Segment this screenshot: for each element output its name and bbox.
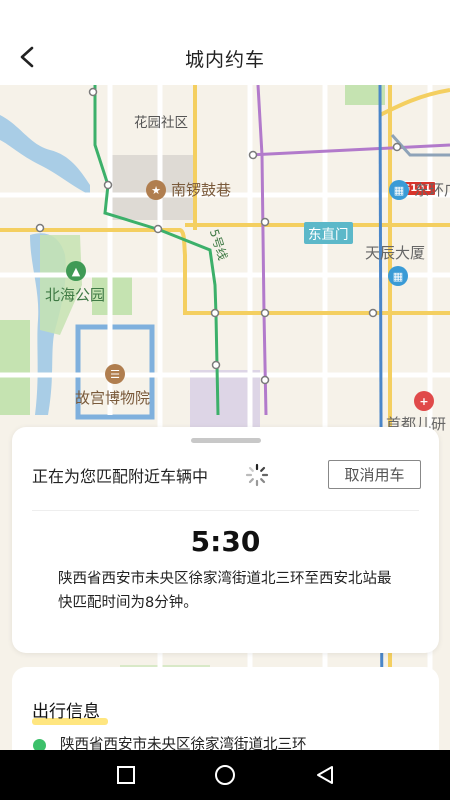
map-label-nanluoguxiang[interactable]: 南锣鼓巷 xyxy=(171,179,231,200)
triangle-back-icon[interactable] xyxy=(314,764,336,786)
match-description: 陕西省西安市未央区徐家湾街道北三环至西安北站最快匹配时间为8分钟。 xyxy=(58,571,392,611)
metro-station-tag[interactable]: 东直门 xyxy=(304,222,353,244)
trip-info-title: 出行信息 xyxy=(32,702,100,722)
divider xyxy=(32,510,419,511)
map-label-beihai[interactable]: 北海公园 xyxy=(45,284,105,305)
landmark-icon[interactable]: ★ xyxy=(146,180,166,200)
building-icon[interactable]: ▦ xyxy=(388,266,408,286)
countdown-timer: 5:30 xyxy=(190,525,261,558)
hospital-icon[interactable]: + xyxy=(414,391,434,411)
museum-icon[interactable]: ☰ xyxy=(105,364,125,384)
drag-handle[interactable] xyxy=(191,438,261,443)
map-label-dongsihuan[interactable]: 东环广 xyxy=(414,179,450,200)
map-label-huayuan: 花园社区 xyxy=(134,115,188,131)
matching-status-text: 正在为您匹配附近车辆中 xyxy=(32,467,209,486)
page-title: 城内约车 xyxy=(184,49,265,71)
building-icon[interactable]: ▦ xyxy=(389,180,409,200)
map-label-gugong[interactable]: 故宫博物院 xyxy=(75,387,150,408)
map-label-tianchen[interactable]: 天辰大厦 xyxy=(365,242,425,263)
park-icon[interactable]: ▲ xyxy=(66,261,86,281)
square-icon[interactable] xyxy=(115,764,137,786)
loading-spinner-icon xyxy=(245,463,269,487)
circle-icon[interactable] xyxy=(214,764,236,786)
app-header: 城内约车 xyxy=(0,0,450,85)
matching-card: 正在为您匹配附近车辆中 取消用车 5:30 陕西省西安市未央区徐家湾街道北三环至… xyxy=(12,427,439,653)
system-nav-bar xyxy=(0,750,450,800)
cancel-ride-button[interactable]: 取消用车 xyxy=(328,460,421,489)
